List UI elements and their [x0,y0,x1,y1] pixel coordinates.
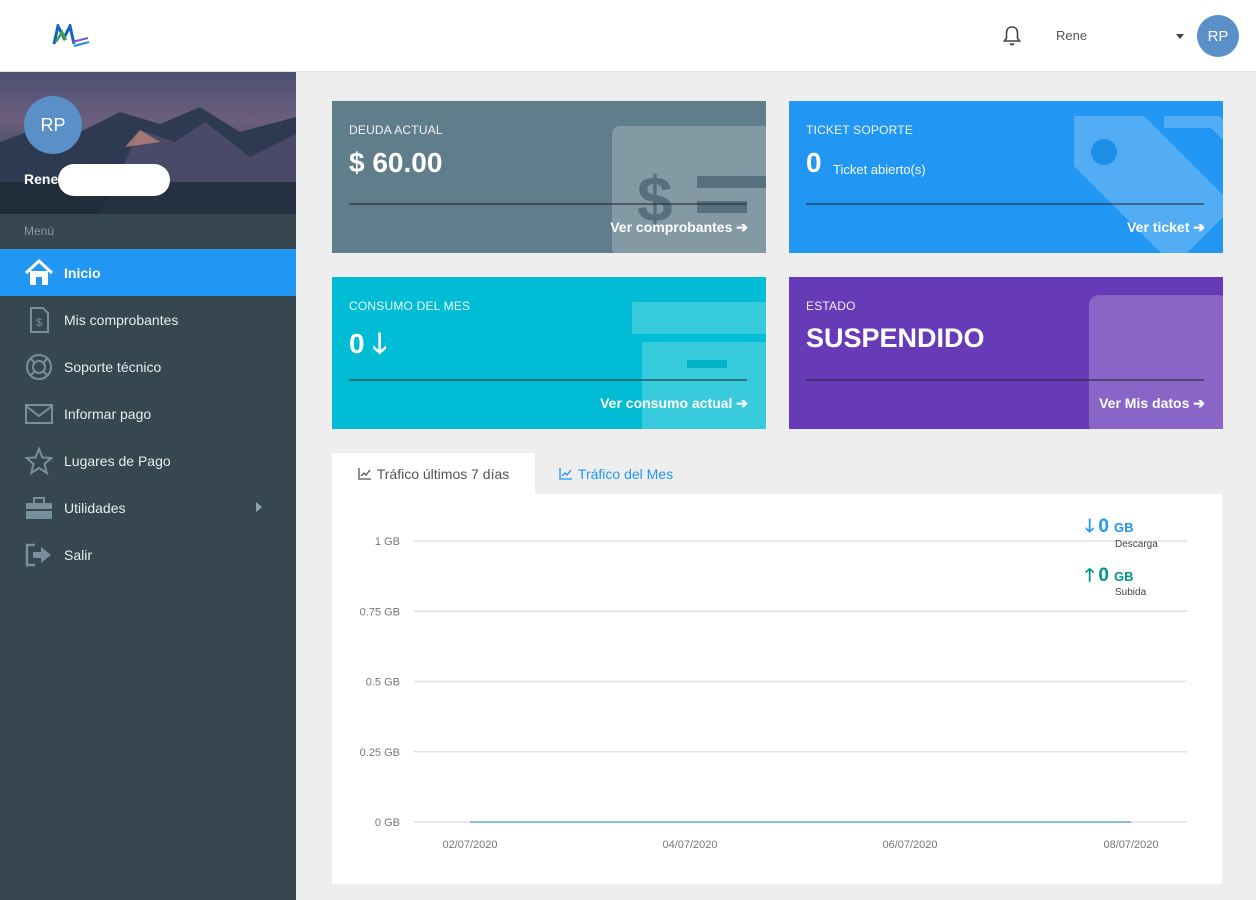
arrow-right-icon: ➔ [736,395,748,411]
sidebar: RP Rene Menú Inicio $ Mis comprobantes S… [0,72,296,900]
card-divider [349,203,747,205]
chart-line-icon [559,467,572,480]
x-tick-label: 06/07/2020 [882,839,937,851]
card-divider [806,203,1204,205]
sidebar-item-label: Utilidades [64,499,126,516]
card-value: 0 [806,147,822,178]
y-tick-label: 1 GB [375,536,400,548]
receipt-icon: $ [24,305,54,335]
bell-icon[interactable] [1000,24,1024,48]
sidebar-item-informar-pago[interactable]: Informar pago [0,390,296,437]
sidebar-item-mis-comprobantes[interactable]: $ Mis comprobantes [0,296,296,343]
link-label: Ver ticket [1127,219,1190,235]
card-consumo-del-mes: CONSUMO DEL MES 0 🡓 Ver consumo actual ➔ [332,277,766,429]
link-label: Ver comprobantes [610,219,733,235]
sidebar-item-label: Informar pago [64,405,152,422]
sidebar-item-label: Lugares de Pago [64,452,171,469]
upload-label: Subida [1115,587,1147,598]
arrow-right-icon: ➔ [736,219,748,235]
traffic-chart-panel: 1 GB 0.75 GB 0.5 GB 0.25 GB 0 GB 02/07/2020 04… [332,494,1222,884]
sidebar-header: RP Rene [0,72,296,214]
chevron-right-icon [256,502,262,512]
star-icon [24,446,54,476]
ver-consumo-actual-link[interactable]: Ver consumo actual ➔ [600,395,748,412]
toolbox-icon [24,493,54,523]
sidebar-item-label: Inicio [64,264,101,281]
ver-mis-datos-link[interactable]: Ver Mis datos ➔ [1099,395,1205,412]
y-tick-label: 0.25 GB [360,747,400,759]
tab-label: Tráfico últimos 7 días [376,465,510,482]
link-label: Ver Mis datos [1099,395,1190,411]
ver-ticket-link[interactable]: Ver ticket ➔ [1127,219,1205,236]
chart-line-icon [358,467,371,480]
link-label: Ver consumo actual [600,395,733,411]
top-bar: Rene RP [0,0,1256,72]
card-title: ESTADO [806,299,856,313]
home-icon [24,258,54,288]
card-divider [806,379,1204,381]
card-title: CONSUMO DEL MES [349,299,471,313]
y-tick-label: 0 GB [375,817,400,829]
sidebar-item-lugares-de-pago[interactable]: Lugares de Pago [0,437,296,484]
sidebar-username: Rene [24,171,59,187]
traffic-chart: 1 GB 0.75 GB 0.5 GB 0.25 GB 0 GB 02/07/2020 04… [360,536,1187,851]
x-tick-label: 04/07/2020 [662,839,717,851]
x-tick-label: 02/07/2020 [442,839,497,851]
card-title: DEUDA ACTUAL [349,123,443,137]
menu-label: Menú [24,224,55,238]
card-value: $ 60.00 [349,147,443,178]
card-value: SUSPENDIDO [806,323,985,353]
arrow-up-icon: 🡑 [1085,565,1095,585]
consumo-value: 0 [349,328,365,359]
card-divider [349,379,747,381]
upload-unit: GB [1113,569,1134,584]
tab-trafico-del-mes[interactable]: Tráfico del Mes [536,453,696,494]
card-estado: ESTADO SUSPENDIDO Ver Mis datos ➔ [789,277,1223,429]
card-value-suffix: Ticket abierto(s) [833,162,926,177]
y-tick-label: 0.75 GB [360,606,400,618]
sidebar-item-salir[interactable]: Salir [0,531,296,578]
tab-trafico-7-dias[interactable]: Tráfico últimos 7 días [332,453,535,494]
download-unit: GB [1113,520,1134,535]
ver-comprobantes-link[interactable]: Ver comprobantes ➔ [610,219,748,236]
arrow-down-icon: 🡓 [372,328,387,359]
upload-value: 0 [1098,565,1109,586]
envelope-icon [24,399,54,429]
arrow-right-icon: ➔ [1193,219,1205,235]
x-tick-label: 08/07/2020 [1103,839,1158,851]
card-ticket-soporte: TICKET SOPORTE 0 Ticket abierto(s) Ver t… [789,101,1223,253]
card-title: TICKET SOPORTE [806,123,914,137]
sidebar-item-inicio[interactable]: Inicio [0,249,296,296]
tab-label: Tráfico del Mes [577,465,674,482]
svg-text:$: $ [36,317,42,329]
sidebar-item-label: Mis comprobantes [64,311,179,328]
top-avatar[interactable]: RP [1197,15,1239,57]
arrow-right-icon: ➔ [1193,395,1205,411]
download-label: Descarga [1115,539,1158,550]
lifebuoy-icon [24,352,54,382]
download-value: 0 [1098,516,1109,537]
redaction-mark [58,164,170,196]
caret-down-icon[interactable] [1176,34,1184,39]
y-tick-label: 0.5 GB [366,677,400,689]
top-username[interactable]: Rene [1056,28,1087,43]
logout-icon [24,540,54,570]
card-deuda-actual: $ DEUDA ACTUAL $ 60.00 Ver comprobantes … [332,101,766,253]
arrow-down-icon: 🡓 [1085,516,1095,536]
sidebar-avatar: RP [24,96,82,154]
sidebar-item-label: Salir [64,546,93,563]
sidebar-item-label: Soporte técnico [64,358,162,375]
brand-logo [52,24,90,47]
card-value: 0 🡓 [349,323,387,371]
sidebar-item-soporte-tecnico[interactable]: Soporte técnico [0,343,296,390]
sidebar-menu: Inicio $ Mis comprobantes Soporte técnic… [0,249,296,578]
sidebar-item-utilidades[interactable]: Utilidades [0,484,296,531]
